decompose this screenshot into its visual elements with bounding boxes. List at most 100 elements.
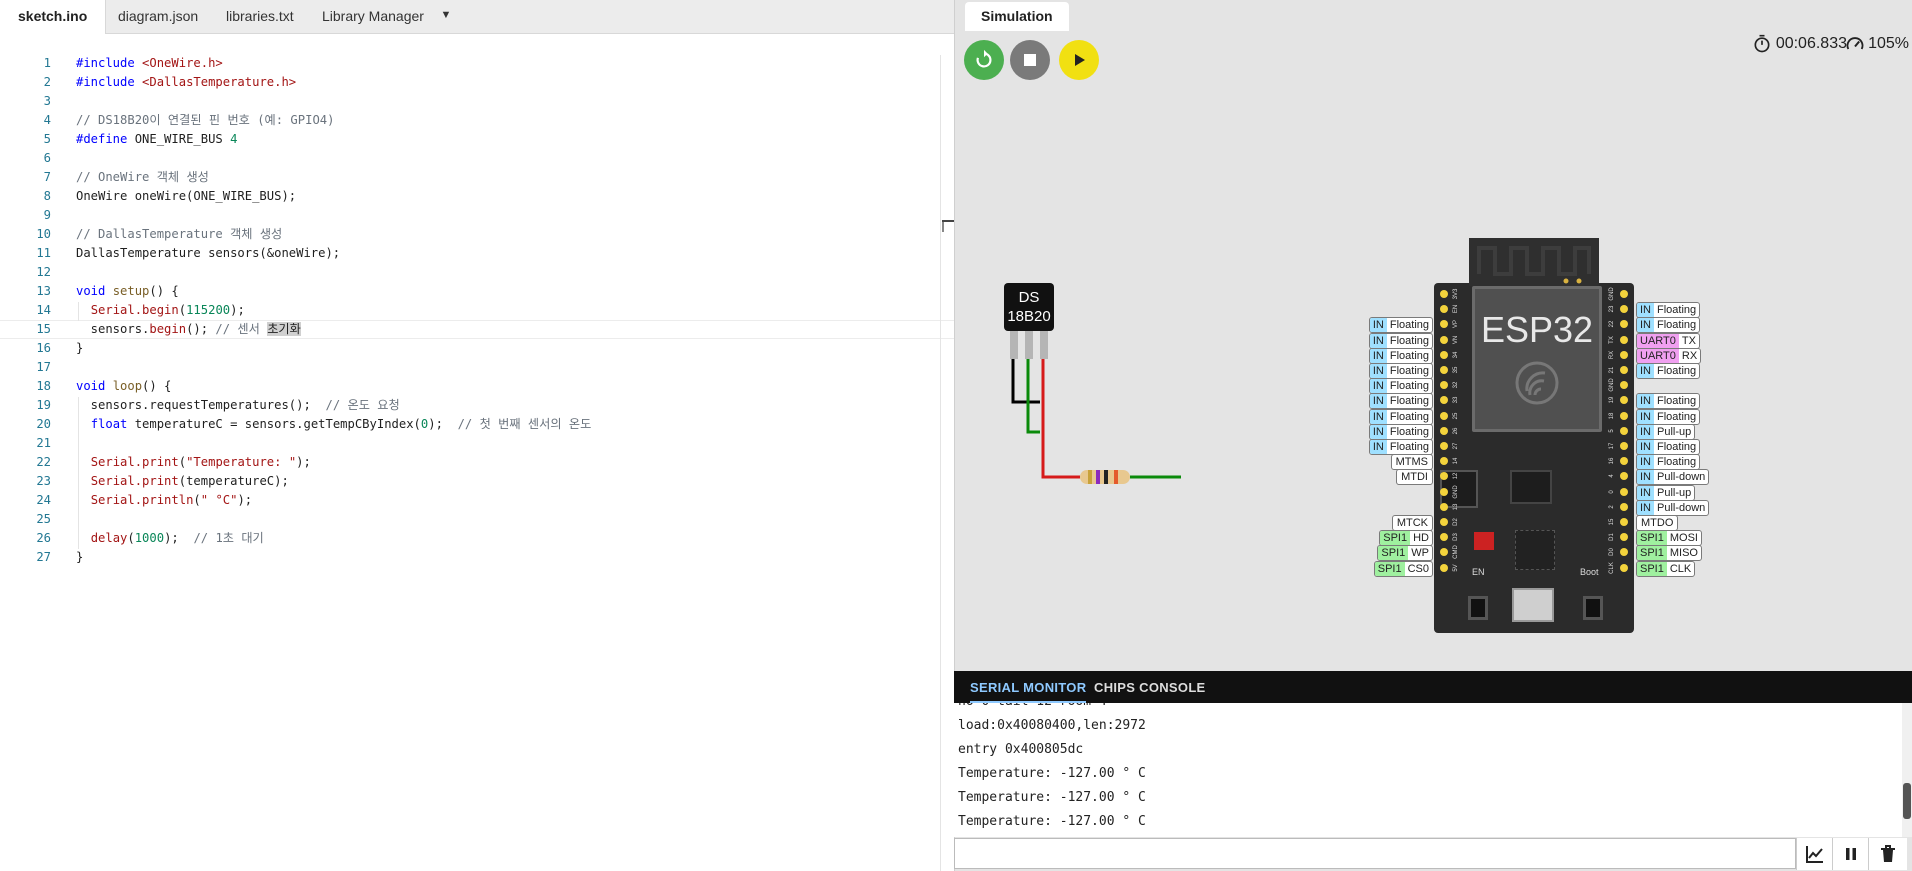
pin-CLK[interactable] xyxy=(1620,563,1628,572)
code-area[interactable]: 1 #include <OneWire.h> 2 #include <DallasTe… xyxy=(0,54,954,567)
code-line[interactable]: 27} xyxy=(0,548,954,567)
line-number: 1 xyxy=(43,56,51,70)
code-text: // DallasTemperature 객체 생성 xyxy=(76,225,282,244)
resistor[interactable] xyxy=(1080,470,1130,484)
code-line[interactable]: 1 #include <OneWire.h> xyxy=(0,54,954,73)
sensor-pin-dq[interactable] xyxy=(1025,331,1033,359)
sensor-pin-gnd[interactable] xyxy=(1010,331,1018,359)
pin-25[interactable] xyxy=(1440,411,1448,420)
pin-GND[interactable] xyxy=(1440,487,1448,496)
code-token: sensors.requestTemperatures(); xyxy=(76,398,326,412)
code-token: } xyxy=(76,550,84,564)
pin-state-label: IN Floating xyxy=(1368,393,1433,410)
chevron-down-icon[interactable]: ▼ xyxy=(436,0,456,33)
pin-13[interactable] xyxy=(1440,502,1448,511)
code-line[interactable]: 10 // DallasTemperature 객체 생성 xyxy=(0,225,954,244)
tab-libraries-txt[interactable]: libraries.txt xyxy=(208,0,312,33)
pin-name: 19 xyxy=(1609,397,1615,404)
code-line[interactable]: 8 OneWire oneWire(ONE_WIRE_BUS); xyxy=(0,187,954,206)
pin-15[interactable] xyxy=(1620,518,1628,526)
pin-27[interactable] xyxy=(1440,442,1448,450)
code-line[interactable]: 26 delay(1000); // 1초 대기 xyxy=(0,529,954,548)
code-line[interactable]: 18 void loop() { xyxy=(0,377,954,396)
sensor-pin-vdd[interactable] xyxy=(1040,331,1048,359)
pin-mode-tag: UART0 xyxy=(1637,333,1679,348)
code-token: float xyxy=(90,417,135,431)
code-line[interactable]: 17 xyxy=(0,358,954,377)
chip xyxy=(1510,470,1552,504)
code-line[interactable]: 12 xyxy=(0,263,954,282)
tab-diagram-json[interactable]: diagram.json xyxy=(100,0,216,33)
tab-chips-console[interactable]: CHIPS CONSOLE xyxy=(1094,671,1206,703)
code-token: () { xyxy=(149,284,179,298)
pin-0[interactable] xyxy=(1620,487,1628,496)
pin-RX[interactable] xyxy=(1620,350,1628,359)
code-token: " °C" xyxy=(200,493,238,507)
serial-line: Temperature: -127.00 ° C xyxy=(958,766,1146,781)
pin-18[interactable] xyxy=(1620,411,1628,420)
code-line[interactable]: 21 xyxy=(0,434,954,453)
pin-17[interactable] xyxy=(1620,442,1628,450)
code-line[interactable]: 6 xyxy=(0,149,954,168)
serial-input[interactable] xyxy=(954,838,1796,869)
line-number: 14 xyxy=(36,303,51,317)
pin-state-label: IN Floating xyxy=(1368,423,1433,440)
code-line[interactable]: 4 // DS18B20이 연결된 핀 번호 (예: GPIO4) xyxy=(0,111,954,130)
pin-name: 12 xyxy=(1453,473,1459,480)
code-line[interactable]: 3 xyxy=(0,92,954,111)
tab-library-manager[interactable]: Library Manager xyxy=(304,0,442,33)
code-token: ); xyxy=(164,531,194,545)
code-line[interactable]: 19 sensors.requestTemperatures(); // 온도 … xyxy=(0,396,954,415)
en-button[interactable] xyxy=(1468,596,1488,620)
ds18b20-sensor[interactable]: DS 18B20 xyxy=(1004,283,1054,331)
pin-mode-tag: IN xyxy=(1369,394,1387,409)
pin-21[interactable] xyxy=(1620,366,1628,374)
code-token: ); xyxy=(230,303,245,317)
code-line[interactable]: 7 // OneWire 객체 생성 xyxy=(0,168,954,187)
pin-5V[interactable] xyxy=(1440,563,1448,572)
code-token: loop xyxy=(112,379,143,393)
pin-2[interactable] xyxy=(1620,502,1628,511)
line-number: 11 xyxy=(36,246,51,260)
code-token: ( xyxy=(178,303,187,317)
code-line[interactable]: 16} xyxy=(0,339,954,358)
pin-26[interactable] xyxy=(1440,426,1448,435)
code-line[interactable]: 24 Serial.println(" °C"); xyxy=(0,491,954,510)
code-line[interactable]: 2 #include <DallasTemperature.h> xyxy=(0,73,954,92)
code-line[interactable]: 20 float temperatureC = sensors.getTempC… xyxy=(0,415,954,434)
pin-state-text: MTCK xyxy=(1396,517,1428,529)
code-line[interactable]: 5 #define ONE_WIRE_BUS 4 xyxy=(0,130,954,149)
pin-3V3[interactable] xyxy=(1440,290,1448,298)
code-text: sensors.requestTemperatures(); // 온도 요청 xyxy=(76,396,400,415)
tab-serial-monitor[interactable]: SERIAL MONITOR xyxy=(970,671,1087,703)
pin-34[interactable] xyxy=(1440,350,1448,359)
pin-state-label: IN Floating xyxy=(1368,408,1433,425)
code-text: } xyxy=(76,548,83,567)
pin-state-text: Floating xyxy=(1389,349,1429,362)
pin-name: TX xyxy=(1609,335,1615,344)
code-line[interactable]: 11 DallasTemperature sensors(&oneWire); xyxy=(0,244,954,263)
line-number: 20 xyxy=(36,417,51,431)
pin-state-label: IN Floating xyxy=(1368,378,1433,395)
boot-button[interactable] xyxy=(1583,596,1603,620)
code-line[interactable]: 15 sensors.begin(); // 센서 초기화 xyxy=(0,320,954,339)
pin-TX[interactable] xyxy=(1620,335,1628,344)
code-text: #define ONE_WIRE_BUS 4 xyxy=(76,130,237,149)
code-line[interactable]: 9 xyxy=(0,206,954,225)
pin-D2[interactable] xyxy=(1440,518,1448,526)
code-line[interactable]: 23 Serial.print(temperatureC); xyxy=(0,472,954,491)
pin-35[interactable] xyxy=(1440,366,1448,374)
editor-scrollbar[interactable] xyxy=(940,55,955,871)
code-line[interactable]: 22 Serial.print("Temperature: "); xyxy=(0,453,954,472)
tab-sketch-ino[interactable]: sketch.ino xyxy=(0,0,107,34)
code-line[interactable]: 25 xyxy=(0,510,954,529)
pin-state-text: Floating xyxy=(1657,304,1697,317)
pin-5[interactable] xyxy=(1620,426,1628,435)
code-token: begin xyxy=(149,322,187,336)
pin-VN[interactable] xyxy=(1440,335,1448,344)
editor-tab-bar: sketch.ino diagram.json libraries.txt Li… xyxy=(0,0,954,34)
code-line[interactable]: 14 Serial.begin(115200); xyxy=(0,301,954,320)
pin-state-text: Floating xyxy=(1389,334,1429,347)
code-line[interactable]: 13 void setup() { xyxy=(0,282,954,301)
pin-GND[interactable] xyxy=(1620,290,1628,298)
